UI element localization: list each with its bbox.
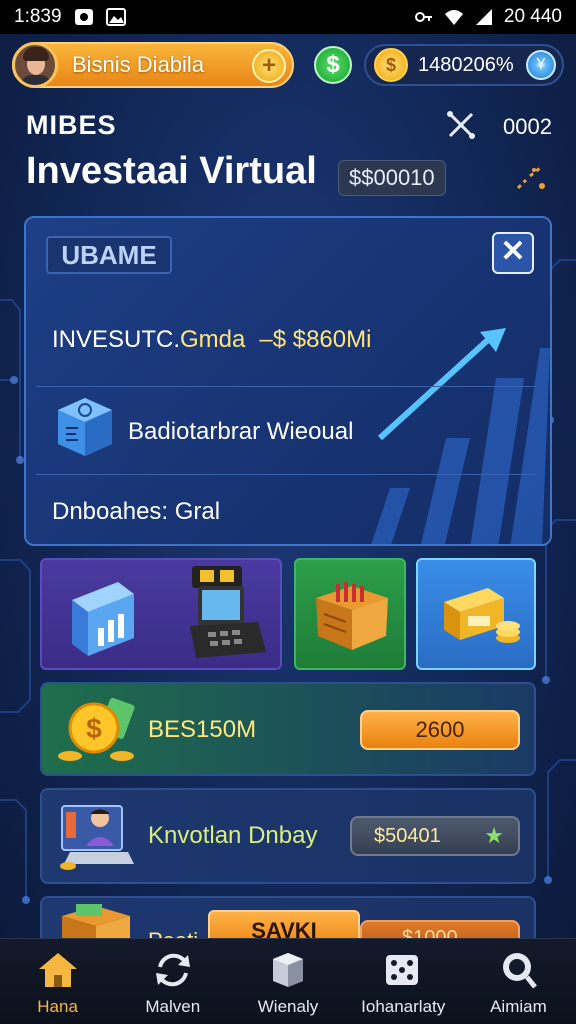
box-icon	[273, 953, 303, 987]
investor-laptop-icon	[60, 805, 134, 870]
tile-analytics[interactable]	[40, 558, 282, 670]
top-bar: Bisnis Diabila + $ $ 1480206% ¥	[12, 40, 564, 90]
tools-count: 0002	[503, 114, 552, 139]
divider	[36, 386, 536, 387]
profile-pill[interactable]: Bisnis Diabila +	[12, 42, 294, 88]
nav-item-iohanarlaty[interactable]: Iohanarlaty	[346, 939, 461, 1024]
notification-icon	[74, 9, 93, 25]
refresh-icon	[155, 953, 190, 987]
wifi-icon	[444, 10, 463, 25]
nav-item-aimiam[interactable]: Aimiam	[461, 939, 576, 1024]
nav-label: Iohanarlaty	[361, 997, 446, 1016]
coin-stack-icon: $	[58, 697, 135, 761]
divider	[36, 474, 536, 475]
bottom-navigation: Hana Malven Wienaly Iohanarlaty Aimiam	[0, 938, 576, 1024]
card-label: Knvotlan Dnbay	[148, 822, 318, 849]
cash-button[interactable]: $	[314, 46, 352, 84]
home-icon	[38, 953, 77, 987]
investment-card[interactable]: Knvotlan Dnbay $50401 ★	[40, 788, 536, 884]
gem-icon[interactable]: ¥	[526, 50, 556, 80]
status-bar: 1:839 20 440	[0, 0, 576, 34]
invest-button[interactable]: 2600	[360, 710, 520, 750]
nav-item-malven[interactable]: Malven	[115, 939, 230, 1024]
nav-label: Malven	[145, 997, 201, 1016]
svg-text:$: $	[86, 713, 102, 744]
search-icon	[503, 953, 538, 989]
panel-tag: UBAME	[46, 236, 172, 274]
basket-icon	[316, 582, 388, 650]
stat-value: 1480206%	[418, 53, 514, 76]
investment-sub: Gmda	[180, 326, 246, 353]
tile-market-basket[interactable]	[294, 558, 406, 670]
cube-icon	[58, 398, 112, 456]
close-button[interactable]: ✕	[492, 232, 534, 274]
status-battery-text: 20 440	[503, 6, 562, 27]
dashboard-row-label[interactable]: Dnboahes: Gral	[52, 498, 220, 526]
add-funds-button[interactable]: +	[252, 49, 286, 83]
card-label: BES150M	[148, 716, 257, 743]
key-icon	[414, 12, 432, 22]
virtual-row-label[interactable]: Badiotarbrar Wieoual	[128, 418, 353, 446]
avatar[interactable]	[12, 42, 58, 88]
feature-tiles	[40, 558, 536, 672]
pos-terminal-icon	[190, 566, 266, 658]
bar-chart-icon	[72, 582, 134, 656]
sparkle-icon[interactable]	[512, 162, 548, 194]
profile-name: Bisnis Diabila	[72, 52, 205, 77]
section-label: MIBES	[26, 110, 117, 140]
nav-label: Wienaly	[257, 997, 319, 1016]
status-time: 1:839	[14, 6, 62, 27]
investment-amount: –$ $860Mi	[259, 326, 372, 353]
nav-label: Hana	[37, 997, 78, 1016]
coin-icon: $	[374, 48, 408, 82]
stat-pill[interactable]: $ 1480206% ¥	[364, 44, 564, 86]
buy-button-label: $50401	[374, 825, 441, 847]
buy-button[interactable]: $50401 ★	[350, 816, 520, 856]
nav-item-wienaly[interactable]: Wienaly	[230, 939, 345, 1024]
signal-icon	[475, 9, 492, 25]
investment-panel: UBAME ✕ INVESUTC.Gmda –$ $860Mi Badiotarb…	[24, 216, 552, 546]
gallery-icon	[105, 8, 126, 26]
gold-chest-icon	[444, 588, 520, 643]
nav-item-home[interactable]: Hana	[0, 939, 115, 1024]
investment-card[interactable]: $ BES150M 2600	[40, 682, 536, 776]
dice-icon	[386, 955, 419, 985]
star-icon: ★	[484, 823, 504, 848]
tools-icon[interactable]	[446, 110, 476, 140]
nav-label: Aimiam	[490, 997, 547, 1016]
investment-label: INVESUTC.	[52, 326, 181, 353]
investment-row[interactable]: INVESUTC.Gmda –$ $860Mi	[52, 326, 371, 354]
balance-chip: $$00010	[338, 160, 446, 196]
page-title: Investaai Virtual	[26, 150, 317, 192]
tile-treasure[interactable]	[416, 558, 536, 670]
